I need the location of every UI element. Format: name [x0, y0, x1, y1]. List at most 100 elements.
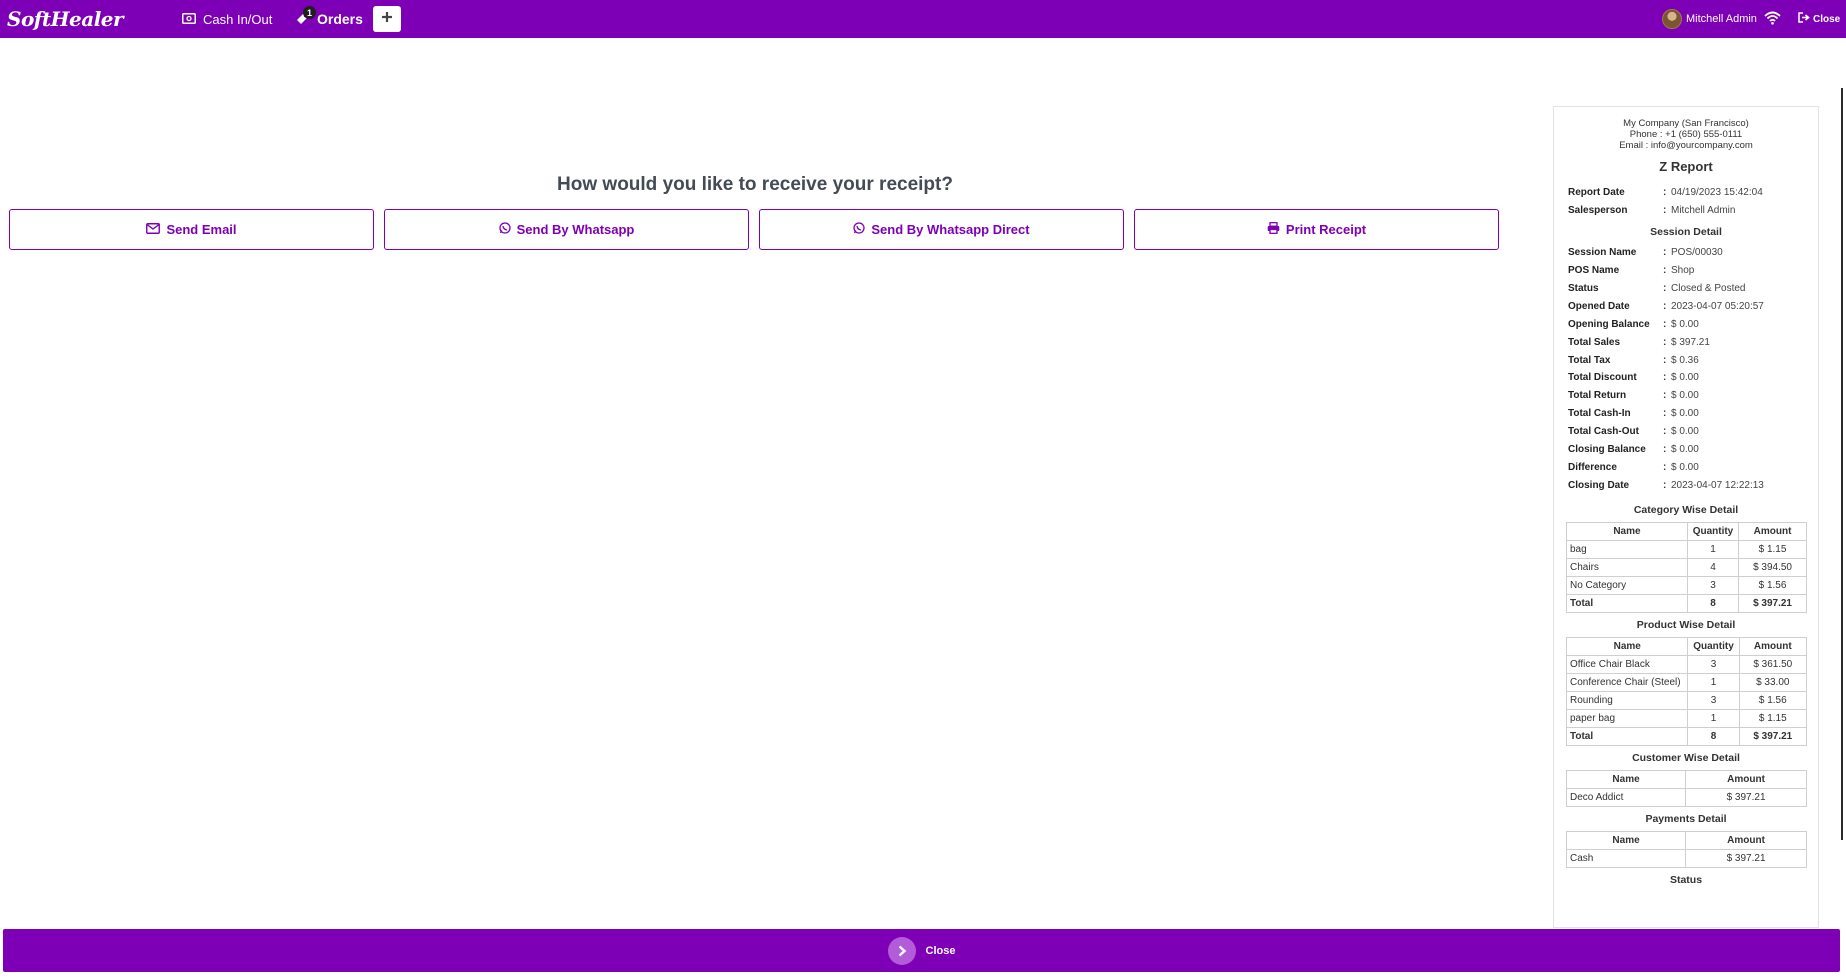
column-header: Quantity: [1686, 522, 1740, 542]
send-whatsapp-button[interactable]: Send By Whatsapp: [384, 209, 749, 250]
column-header: Amount: [1685, 831, 1807, 851]
table-cell: 1: [1687, 673, 1740, 693]
column-header: Name: [1565, 637, 1689, 657]
table-cell: 4: [1686, 558, 1740, 578]
table-cell: bag: [1566, 540, 1688, 560]
field-key: Status: [1568, 283, 1599, 294]
send-whatsapp-direct-button[interactable]: Send By Whatsapp Direct: [759, 209, 1124, 250]
column-header: Name: [1566, 522, 1688, 542]
column-header: Name: [1565, 770, 1687, 790]
table-row: Office Chair Black 3 $ 361.50: [1565, 655, 1808, 675]
table-cell: 3: [1686, 576, 1740, 596]
envelope-icon: [146, 222, 166, 237]
table-cell: $ 397.21: [1738, 594, 1807, 614]
field-key: Total Return: [1568, 390, 1627, 402]
status-title: Status: [1669, 874, 1703, 887]
column-header: Name: [1565, 831, 1687, 851]
table-total-row: Total 8 $ 397.21: [1565, 727, 1808, 747]
table-cell: $ 1.15: [1738, 709, 1808, 729]
z-report-panel[interactable]: My Company (San Francisco) Phone : +1 (6…: [1553, 106, 1819, 928]
plus-icon: [381, 10, 393, 28]
receipt-question: How would you like to receive your recei…: [557, 174, 953, 195]
field-value: $ 0.00: [1671, 408, 1699, 420]
field-key: Total Sales: [1568, 336, 1621, 348]
field-value: Closed & Posted: [1671, 283, 1746, 294]
table-header-row: Name Amount: [1565, 770, 1807, 790]
field-value: $ 0.00: [1671, 461, 1699, 473]
field-key: Total Discount: [1568, 372, 1637, 384]
cash-in-out-button[interactable]: Cash In/Out: [182, 0, 272, 38]
session-field: POS Name: Shop: [1568, 265, 1695, 277]
table-cell: No Category: [1566, 576, 1688, 596]
table-cell: Office Chair Black: [1565, 655, 1689, 675]
field-value: $ 397.21: [1671, 336, 1710, 348]
field-key: Opening Balance: [1568, 318, 1650, 330]
table-cell: $ 397.21: [1685, 788, 1807, 808]
send-whatsapp-direct-label: Send By Whatsapp Direct: [871, 222, 1030, 237]
print-receipt-label: Print Receipt: [1285, 222, 1367, 237]
session-field: Opened Date:2023-04-07 05:20:57: [1568, 300, 1764, 312]
whatsapp-icon: [498, 222, 517, 237]
table-cell: 8: [1687, 727, 1740, 747]
table-cell: $ 361.50: [1738, 655, 1808, 675]
table-header-row: Name Amount: [1565, 831, 1807, 851]
user-name: Mitchell Admin: [1686, 13, 1757, 25]
table-cell: 1: [1687, 709, 1740, 729]
payments-detail-title: Payments Detail: [1645, 813, 1727, 826]
company-name: My Company (San Francisco): [1623, 118, 1749, 129]
session-field: Session Name: POS/00030: [1568, 247, 1723, 259]
field-key: Total Tax: [1568, 354, 1611, 366]
bottom-close-button[interactable]: Close: [3, 929, 1840, 972]
orders-count-badge: 1: [303, 6, 316, 19]
field-value: $ 0.00: [1671, 390, 1699, 402]
send-email-label: Send Email: [166, 222, 237, 237]
table-cell: 3: [1687, 691, 1740, 711]
bottom-close-label: Close: [925, 944, 956, 957]
session-field: Total Tax: $ 0.36: [1568, 354, 1699, 366]
category-detail-title: Category Wise Detail: [1633, 504, 1739, 517]
field-value: $ 0.00: [1671, 372, 1699, 384]
user-menu[interactable]: Mitchell Admin: [1662, 0, 1757, 38]
company-phone: Phone : +1 (650) 555-0111: [1629, 129, 1743, 140]
session-field: Total Return: $ 0.00: [1568, 390, 1699, 402]
scrollbar[interactable]: [1841, 88, 1843, 840]
table-cell: 3: [1687, 655, 1740, 675]
table-row: paper bag 1 $ 1.15: [1565, 709, 1808, 729]
field-value: $ 0.00: [1671, 444, 1699, 456]
field-key: Opened Date: [1568, 300, 1630, 312]
field-key: POS Name: [1568, 265, 1620, 277]
field-value: Mitchell Admin: [1671, 205, 1736, 217]
table-cell: $ 397.21: [1738, 727, 1808, 747]
add-order-button[interactable]: [373, 6, 401, 32]
table-cell: Deco Addict: [1565, 788, 1687, 808]
session-field: Total Discount: $ 0.00: [1568, 372, 1699, 384]
table-cell: Total: [1565, 727, 1689, 747]
payments-table: Name Amount Cash $ 397.21: [1565, 831, 1807, 869]
whatsapp-icon: [853, 222, 871, 237]
table-cell: $ 394.50: [1738, 558, 1807, 578]
table-row: Cash $ 397.21: [1565, 849, 1807, 869]
table-header-row: Name Quantity Amount: [1565, 637, 1808, 657]
column-header: Amount: [1738, 522, 1807, 542]
table-total-row: Total 8 $ 397.21: [1566, 594, 1807, 614]
column-header: Amount: [1738, 637, 1808, 657]
table-cell: Cash: [1565, 849, 1687, 869]
column-header: Amount: [1685, 770, 1807, 790]
product-detail-title: Product Wise Detail: [1636, 619, 1736, 632]
top-navbar: SoftHealer Cash In/Out Orders 1 Mitchell…: [0, 0, 1846, 38]
table-header-row: Name Quantity Amount: [1566, 522, 1807, 542]
field-key: Total Cash-In: [1568, 408, 1631, 420]
close-session-button[interactable]: Close: [1798, 0, 1840, 38]
category-table: Name Quantity Amount bag 1 $ 1.15 Chairs 4 $ 394…: [1566, 522, 1807, 614]
company-info: My Company (San Francisco) Phone : +1 (6…: [1554, 118, 1818, 151]
softhealer-logo: SoftHealer: [7, 7, 124, 31]
table-cell: $ 397.21: [1685, 849, 1807, 869]
company-email: Email : info@yourcompany.com: [1619, 140, 1753, 151]
table-row: Deco Addict $ 397.21: [1565, 788, 1807, 808]
table-cell: 1: [1686, 540, 1740, 560]
table-row: bag 1 $ 1.15: [1566, 540, 1807, 560]
send-email-button[interactable]: Send Email: [9, 209, 374, 250]
print-receipt-button[interactable]: Print Receipt: [1134, 209, 1499, 250]
table-cell: $ 1.15: [1738, 540, 1807, 560]
field-key: Report Date: [1568, 187, 1625, 199]
